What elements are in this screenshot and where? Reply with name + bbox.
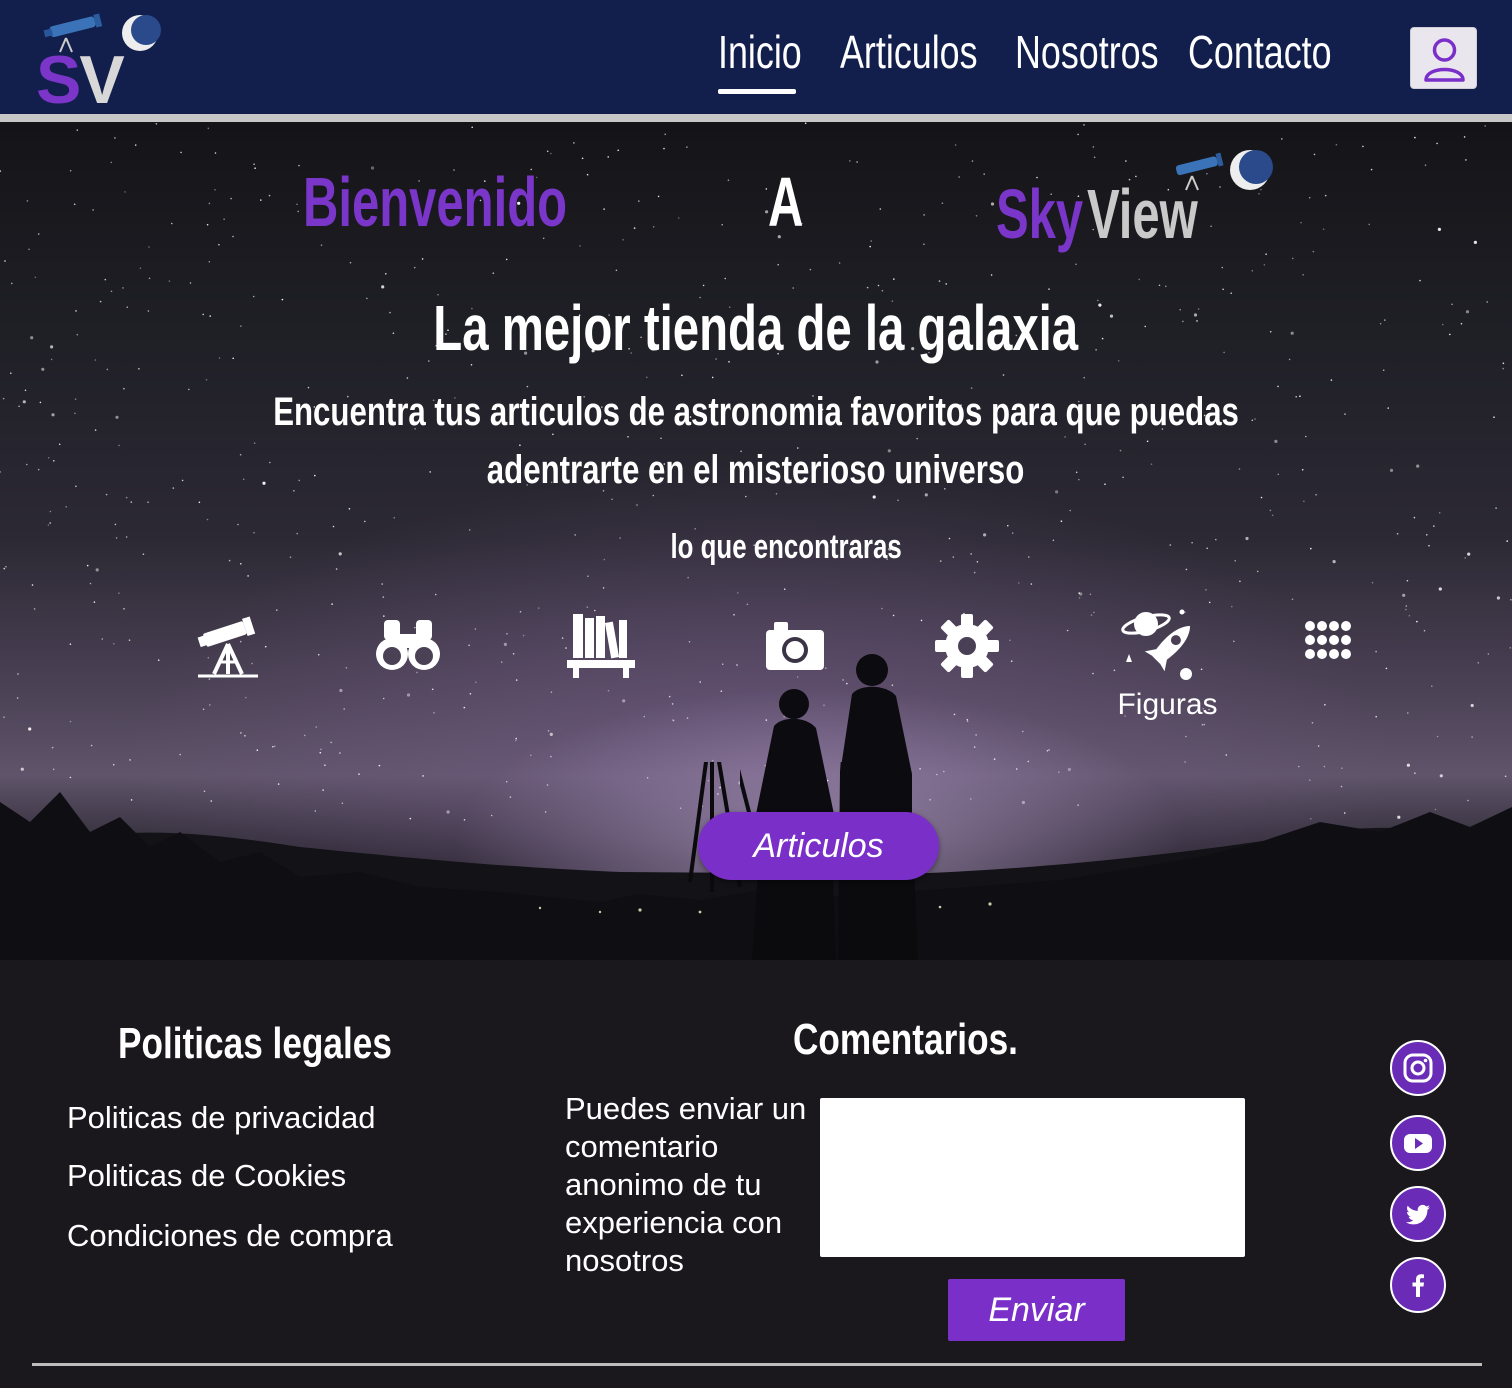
binoculars-icon [376,620,440,670]
books-icon [567,614,635,678]
hero-subtitle-line1: Encuentra tus articulos de astronomia fa… [273,390,1239,434]
legal-section-title: Politicas legales [118,1019,392,1068]
articulos-cta-button[interactable]: Articulos [698,812,939,880]
logo[interactable]: SV [30,8,170,114]
logo-text: SV [36,42,125,118]
facebook-icon [1412,1274,1424,1297]
footer-divider [32,1363,1482,1366]
youtube-icon [1404,1134,1432,1153]
nav-contacto[interactable]: Contacto [1188,22,1372,82]
camera-icon [766,622,824,670]
purchase-terms-link[interactable]: Condiciones de compra [67,1218,393,1254]
twitter-link[interactable] [1390,1186,1446,1242]
hero-tagline: La mejor tienda de la galaxia [433,292,1079,364]
comments-section-title: Comentarios. [793,1015,1018,1064]
category-binoculars[interactable] [372,610,444,682]
telescope-moon-icon [1175,150,1273,191]
what-youll-find-heading: lo que encontraras [670,528,902,566]
nav-inicio[interactable]: Inicio [718,22,825,82]
welcome-word-bienvenido: Bienvenido [303,163,568,241]
active-nav-indicator [718,89,796,94]
category-books[interactable] [565,610,637,682]
category-more[interactable] [1292,610,1364,682]
nav-articulos[interactable]: Articulos [840,22,1016,82]
category-accessories[interactable] [931,610,1003,682]
user-account-button[interactable] [1410,27,1477,89]
grid-dots-icon [1305,621,1351,659]
welcome-word-a: A [768,163,804,241]
category-telescopes[interactable] [192,610,264,682]
comments-description: Puedes enviar un comentario anonimo de t… [565,1091,807,1278]
nav-nosotros[interactable]: Nosotros [1015,22,1199,82]
comment-textarea[interactable] [820,1098,1245,1257]
hero-section: Bienvenido A Sky View La mejor tienda de… [0,122,1512,960]
rocket-planet-icon [1121,609,1192,680]
navbar-border [0,114,1512,122]
top-navbar: SV Inicio Articulos Nosotros Contacto [0,0,1512,114]
youtube-link[interactable] [1390,1115,1446,1171]
category-figures-label[interactable]: Figuras [1100,688,1235,722]
category-cameras[interactable] [758,610,830,682]
instagram-icon [1403,1053,1433,1083]
hero-subtitle-line2: adentrarte en el misterioso universo [487,448,1025,492]
twitter-icon [1406,1204,1430,1225]
category-figures[interactable] [1116,602,1200,686]
send-comment-button[interactable]: Enviar [948,1279,1125,1341]
user-icon [1424,38,1465,82]
cookies-policy-link[interactable]: Politicas de Cookies [67,1158,346,1194]
facebook-link[interactable] [1390,1257,1446,1313]
instagram-link[interactable] [1390,1040,1446,1096]
privacy-policy-link[interactable]: Politicas de privacidad [67,1100,375,1136]
telescope-icon [197,616,258,678]
gear-icon [935,614,999,678]
